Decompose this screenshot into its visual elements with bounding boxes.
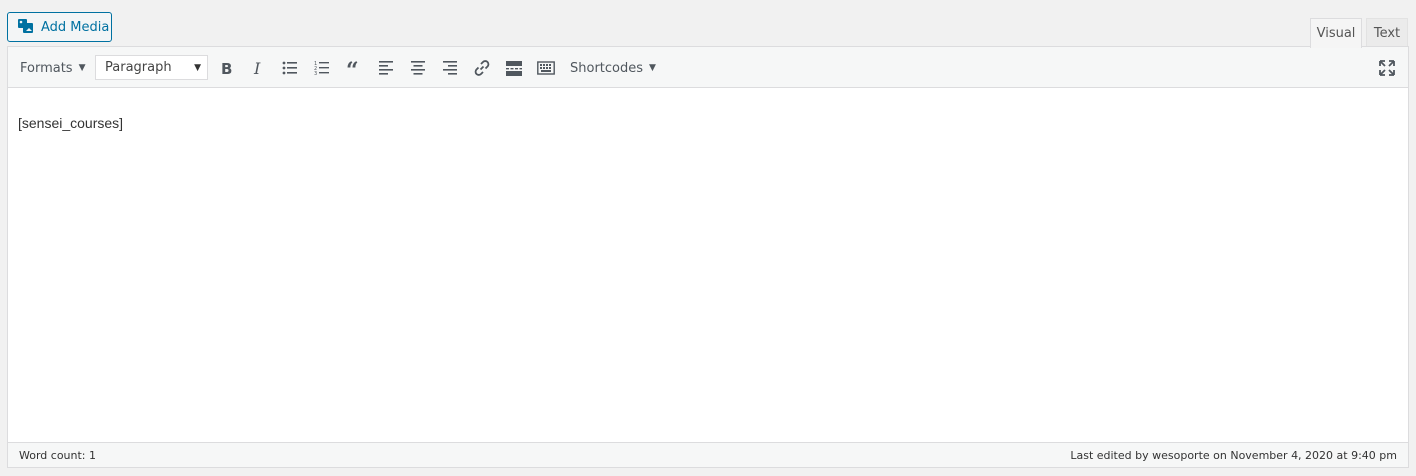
read-more-icon — [506, 61, 522, 76]
svg-text:3: 3 — [314, 71, 317, 77]
editor-status-bar: Word count: 1 Last edited by wesoporte o… — [8, 442, 1408, 467]
numbered-list-icon: 1 2 3 — [314, 61, 329, 77]
formats-label: Formats — [20, 60, 73, 76]
numbered-list-button[interactable]: 1 2 3 — [309, 55, 335, 81]
word-count: Word count: 1 — [19, 448, 97, 462]
tab-text[interactable]: Text — [1366, 18, 1408, 47]
editor-wrap: Add Media Visual Text Formats ▼ Paragrap… — [0, 0, 1416, 476]
link-icon — [474, 60, 490, 76]
bold-icon: B — [221, 60, 232, 77]
fullscreen-icon — [1379, 60, 1395, 76]
editor-content-area[interactable]: [sensei_courses] — [8, 88, 1408, 443]
media-icon — [17, 18, 35, 36]
svg-text:“: “ — [346, 59, 359, 77]
last-edited: Last edited by wesoporte on November 4, … — [1070, 448, 1397, 462]
editor-frame: Formats ▼ Paragraph ▼ B I 1 2 3 “ Shortc… — [7, 46, 1409, 468]
align-left-button[interactable] — [373, 55, 399, 81]
italic-icon: I — [253, 59, 261, 77]
editor-toolbar: Formats ▼ Paragraph ▼ B I 1 2 3 “ Shortc… — [8, 47, 1408, 88]
insert-link-button[interactable] — [469, 55, 495, 81]
tab-visual[interactable]: Visual — [1310, 18, 1362, 48]
caret-down-icon: ▼ — [78, 63, 86, 73]
bulleted-list-button[interactable] — [277, 55, 303, 81]
shortcodes-dropdown[interactable]: Shortcodes ▼ — [570, 55, 656, 81]
svg-text:I: I — [253, 59, 261, 77]
align-center-button[interactable] — [405, 55, 431, 81]
blockquote-button[interactable]: “ — [341, 55, 367, 81]
paragraph-select[interactable]: Paragraph ▼ — [95, 55, 208, 80]
svg-text:B: B — [221, 60, 232, 77]
keyboard-icon — [537, 61, 555, 75]
formats-dropdown[interactable]: Formats ▼ — [20, 55, 86, 81]
read-more-button[interactable] — [501, 55, 527, 81]
align-center-icon — [411, 61, 425, 75]
align-right-icon — [443, 61, 457, 75]
align-right-button[interactable] — [437, 55, 463, 81]
bulleted-list-icon — [282, 61, 297, 75]
bold-button[interactable]: B — [213, 55, 239, 81]
caret-down-icon: ▼ — [649, 63, 656, 73]
editor-content-text[interactable]: [sensei_courses] — [18, 115, 123, 131]
quote-icon: “ — [346, 59, 359, 77]
paragraph-select-value: Paragraph — [105, 60, 172, 75]
toolbar-toggle-button[interactable] — [533, 55, 559, 81]
caret-down-icon: ▼ — [194, 62, 201, 73]
shortcodes-label: Shortcodes — [570, 60, 644, 76]
add-media-button[interactable]: Add Media — [7, 12, 112, 42]
add-media-label: Add Media — [41, 19, 110, 35]
fullscreen-button[interactable] — [1374, 55, 1400, 81]
align-left-icon — [379, 61, 393, 75]
italic-button[interactable]: I — [245, 55, 271, 81]
